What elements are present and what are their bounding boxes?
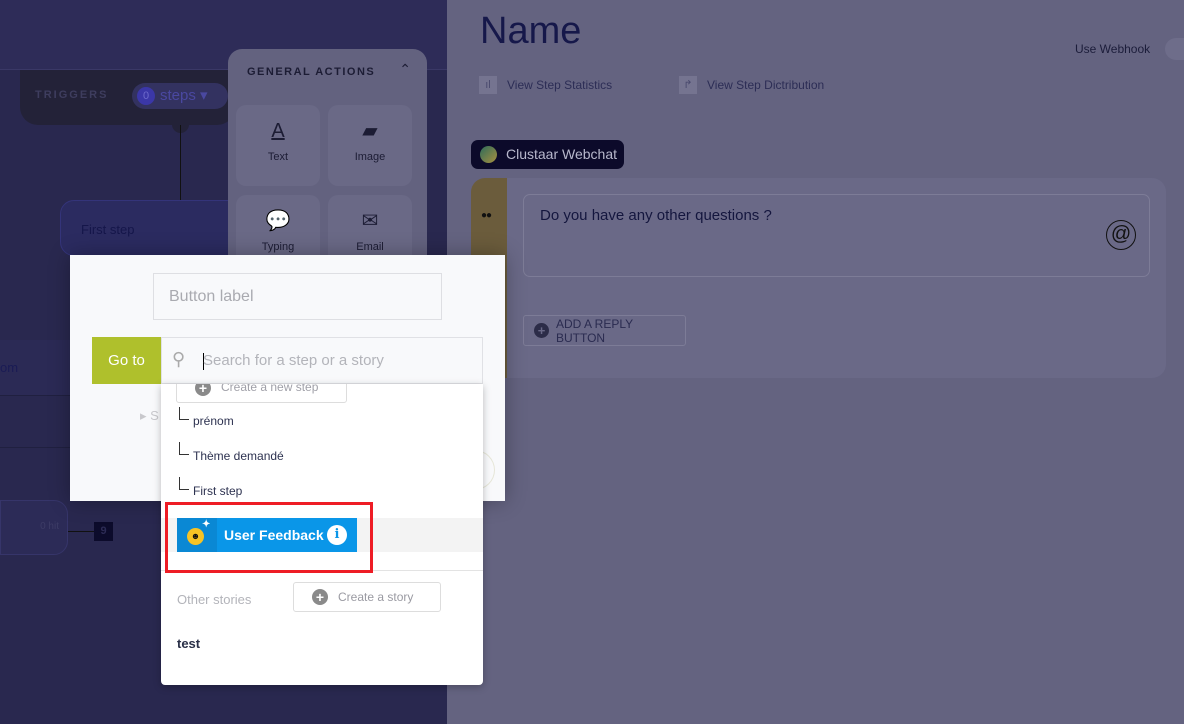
divider <box>0 447 75 448</box>
plus-circle-icon: + <box>312 589 328 605</box>
search-placeholder: Search for a step or a story <box>203 352 384 369</box>
steps-label: steps <box>160 87 196 104</box>
use-webhook-label: Use Webhook <box>1075 42 1151 56</box>
step-name: First step <box>193 484 243 498</box>
step-node[interactable]: om <box>0 340 75 395</box>
panel-title: GENERAL ACTIONS <box>247 66 376 78</box>
story-option[interactable]: test <box>177 636 200 651</box>
button-label: Create a story <box>338 590 414 604</box>
goto-label: Go to <box>92 337 161 384</box>
hit-count: 0 hit <box>40 521 59 532</box>
button-label: Create a new step <box>221 384 319 394</box>
step-title[interactable]: Name <box>480 10 581 53</box>
add-reply-button[interactable]: + ADD A REPLY BUTTON <box>523 315 686 346</box>
collapsed-section[interactable]: ▸ S <box>140 408 159 424</box>
search-icon: ⚲ <box>172 349 186 369</box>
general-actions-panel: GENERAL ACTIONS ⌃ A Text ▰ Image 💬 Typing ✉… <box>228 49 427 276</box>
redirect-arrow-icon: ↱ <box>679 76 697 94</box>
link-label: View Step Dictribution <box>707 78 825 92</box>
node-label: om <box>0 360 19 375</box>
divider <box>0 395 75 396</box>
link-label: View Step Statistics <box>507 78 613 92</box>
step-option[interactable]: First step <box>179 477 243 498</box>
tile-label: Image <box>354 151 386 163</box>
create-story-button[interactable]: + Create a story <box>293 582 441 612</box>
webchat-logo-icon <box>480 146 497 163</box>
view-step-statistics-link[interactable]: ıl View Step Statistics <box>479 76 612 94</box>
tree-branch-icon <box>179 442 189 455</box>
highlight-annotation-box <box>165 502 373 573</box>
caret-down-icon: ▾ <box>200 87 208 104</box>
action-image[interactable]: ▰ Image <box>328 105 412 186</box>
steps-dropdown[interactable]: 0 steps ▾ <box>132 83 228 109</box>
step-node[interactable]: 0 hit <box>0 500 68 555</box>
channel-tab-webchat[interactable]: Clustaar Webchat <box>471 140 624 169</box>
message-textarea[interactable]: Do you have any other questions ? <box>523 194 1150 277</box>
tile-label: Typing <box>261 241 295 253</box>
create-new-step-button[interactable]: + Create a new step <box>176 384 347 403</box>
plus-circle-icon: + <box>195 384 211 396</box>
bar-chart-icon: ıl <box>479 76 497 94</box>
email-icon: ✉ <box>361 210 379 232</box>
text-icon: A <box>271 120 285 142</box>
plus-circle-icon: + <box>534 323 549 338</box>
step-name: prénom <box>193 414 234 428</box>
connector-line <box>180 125 181 200</box>
tile-label: Email <box>356 241 384 253</box>
typing-icon: 💬 <box>265 210 291 232</box>
mention-icon[interactable]: @ <box>1106 220 1136 250</box>
triggers-node[interactable]: TRIGGERS 0 steps ▾ <box>20 70 235 125</box>
node-label: First step <box>81 222 135 237</box>
step-badge[interactable]: 9 <box>94 522 113 541</box>
view-step-distribution-link[interactable]: ↱ View Step Dictribution <box>679 76 824 94</box>
triggers-label: TRIGGERS <box>35 89 109 101</box>
drag-dots-icon: ●● <box>481 210 492 221</box>
channel-label: Clustaar Webchat <box>506 146 618 162</box>
button-label: ADD A REPLY BUTTON <box>555 316 633 345</box>
other-stories-label: Other stories <box>177 592 252 607</box>
tile-label: Text <box>267 151 289 163</box>
step-search-input[interactable]: ⚲ Search for a step or a story <box>161 337 483 384</box>
webhook-toggle[interactable] <box>1165 38 1184 60</box>
section-label: S <box>150 408 159 423</box>
chevron-up-icon[interactable]: ⌃ <box>399 61 411 78</box>
step-option[interactable]: prénom <box>179 407 234 428</box>
button-label-input[interactable]: Button label <box>153 273 442 320</box>
step-option[interactable]: Thème demandé <box>179 442 284 463</box>
tree-branch-icon <box>179 407 189 420</box>
trigger-count: 0 <box>137 87 155 105</box>
image-icon: ▰ <box>362 120 378 142</box>
tree-branch-icon <box>179 477 189 490</box>
action-text[interactable]: A Text <box>236 105 320 186</box>
connector-line <box>68 531 95 532</box>
caret-right-icon: ▸ <box>140 408 151 423</box>
step-name: Thème demandé <box>193 449 284 463</box>
